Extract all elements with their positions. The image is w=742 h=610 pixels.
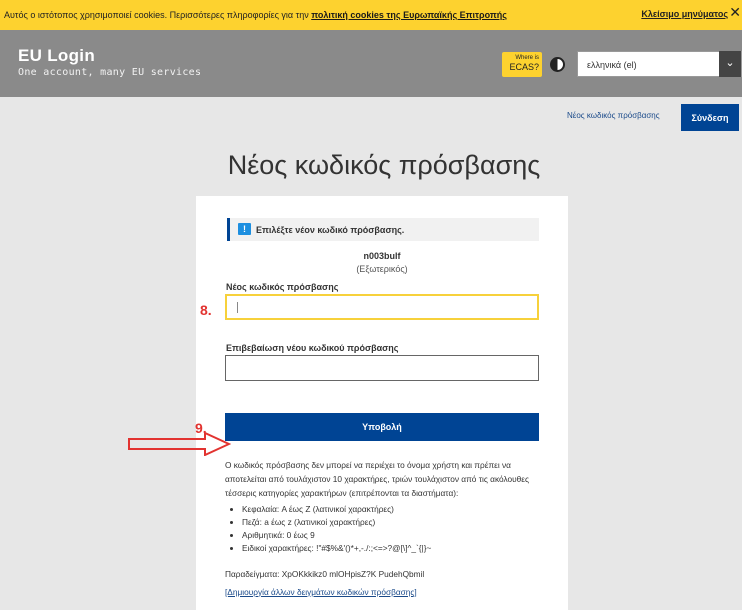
submit-button[interactable]: Υποβολή xyxy=(225,413,539,441)
password-rules-list: Κεφαλαία: A έως Z (λατινικοί χαρακτήρες)… xyxy=(242,503,431,555)
info-icon: ! xyxy=(238,223,251,235)
ecas-big-label: ECAS? xyxy=(509,62,539,73)
info-message-text: Επιλέξτε νέον κωδικό πρόσβασης. xyxy=(256,225,405,235)
username: n003bulf xyxy=(363,251,401,261)
rule-special: Ειδικοί χαρακτήρες: !"#$%&'()*+,-./:;<=>… xyxy=(242,542,431,555)
page-title: Νέος κωδικός πρόσβασης xyxy=(227,150,541,180)
step-8-marker: 8. xyxy=(200,302,212,318)
generate-examples-link[interactable]: [Δημιουργία άλλων δειγμάτων κωδικών πρόσ… xyxy=(225,587,417,597)
password-form-card: ! Επιλέξτε νέον κωδικό πρόσβασης. n003bu… xyxy=(196,196,568,610)
ecas-small-label: Where is xyxy=(515,55,539,61)
text-cursor xyxy=(237,302,238,313)
password-policy-text: Ο κωδικός πρόσβασης δεν μπορεί να περιέχ… xyxy=(225,460,529,498)
cookie-close-link[interactable]: Κλείσιμο μηνύματος xyxy=(641,9,728,19)
new-password-label: Νέος κωδικός πρόσβασης xyxy=(226,282,339,292)
cookie-message-text: Αυτός ο ιστότοπος χρησιμοποιεί cookies. … xyxy=(4,10,312,20)
cookie-policy-link[interactable]: πολιτική cookies της Ευρωπαϊκής Επιτροπή… xyxy=(311,10,507,20)
confirm-password-input[interactable] xyxy=(225,355,539,381)
confirm-password-label: Επιβεβαίωση νέου κωδικού πρόσβασης xyxy=(226,343,399,353)
site-header: EU Login One account, many EU services W… xyxy=(0,30,742,97)
contrast-toggle-icon[interactable] xyxy=(550,57,565,72)
info-message: ! Επιλέξτε νέον κωδικό πρόσβασης. xyxy=(227,218,539,241)
rule-lowercase: Πεζά: a έως z (λατινικοί χαρακτήρες) xyxy=(242,516,431,529)
new-password-input[interactable] xyxy=(225,294,539,320)
annotation-arrow-icon xyxy=(128,432,231,456)
rule-numeric: Αριθμητικά: 0 έως 9 xyxy=(242,529,431,542)
where-is-ecas-button[interactable]: Where is ECAS? xyxy=(502,52,542,77)
rule-uppercase: Κεφαλαία: A έως Z (λατινικοί χαρακτήρες) xyxy=(242,503,431,516)
new-password-nav-link[interactable]: Νέος κωδικός πρόσβασης xyxy=(567,111,660,120)
brand-title[interactable]: EU Login xyxy=(18,46,95,66)
brand-tagline: One account, many EU services xyxy=(18,67,202,78)
close-icon[interactable]: ✕ xyxy=(729,4,741,21)
login-button[interactable]: Σύνδεση xyxy=(681,104,739,131)
cookie-message: Αυτός ο ιστότοπος χρησιμοποιεί cookies. … xyxy=(4,10,507,20)
cookie-banner: Αυτός ο ιστότοπος χρησιμοποιεί cookies. … xyxy=(0,0,742,30)
chevron-down-icon[interactable]: ⌄ xyxy=(719,51,741,77)
language-value: ελληνικά (el) xyxy=(587,60,637,70)
account-type: (Εξωτερικός) xyxy=(356,264,408,274)
language-select[interactable]: ελληνικά (el) ⌄ xyxy=(577,51,742,77)
password-examples: Παραδείγματα: XpOKkkikz0 mlOHpisZ?K Pude… xyxy=(225,569,425,579)
